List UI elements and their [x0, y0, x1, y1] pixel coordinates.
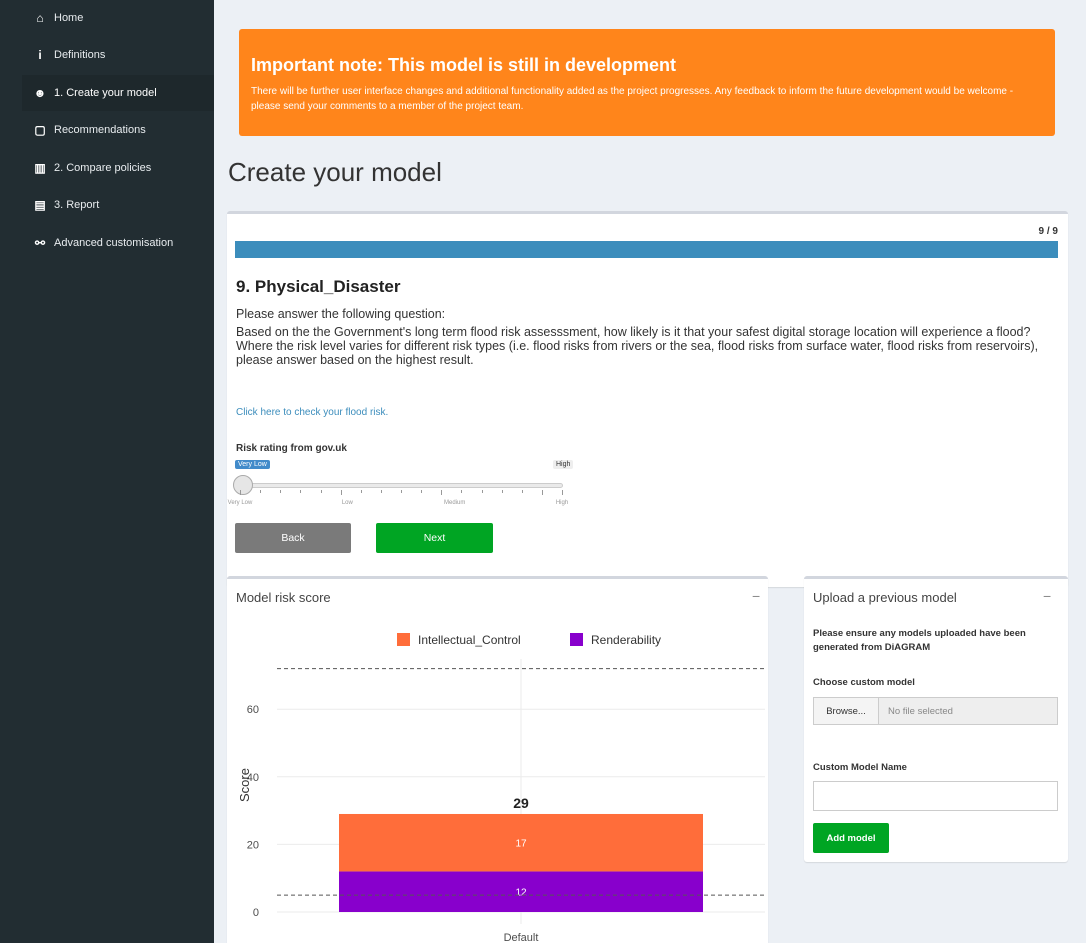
slider-max-badge: High [553, 460, 574, 469]
y-tick-label: 0 [253, 907, 259, 919]
slider-tick [380, 490, 382, 493]
back-button[interactable]: Back [235, 523, 351, 553]
file-name-display: No file selected [879, 697, 1058, 725]
sidebar-item-definitions[interactable]: i Definitions [22, 37, 214, 73]
sidebar-item-home[interactable]: ⌂ Home [22, 0, 214, 36]
choose-model-label: Choose custom model [813, 677, 915, 688]
sidebar-item-compare-policies[interactable]: ▥ 2. Compare policies [22, 150, 214, 186]
alert-title: Important note: This model is still in d… [251, 55, 677, 75]
slider-tick [401, 490, 402, 493]
clipboard-icon: ▢ [34, 123, 46, 137]
development-alert: Important note: This model is still in d… [239, 29, 1055, 136]
slider-tick [481, 490, 483, 493]
book-icon: ▤ [34, 198, 46, 212]
slider-tick [441, 490, 443, 495]
slider-tick [521, 490, 523, 493]
legend-swatch [397, 633, 410, 646]
progress-count: 9 / 9 [1038, 226, 1058, 237]
risk-score-chart: Intellectual_Control Renderability0204060… [237, 633, 765, 943]
slider-tick-label: High [555, 500, 569, 506]
slider-tick-label: Very Low [227, 500, 253, 506]
model-risk-score-box: Model risk score − Intellectual_Control R… [227, 576, 768, 943]
upload-note: Please ensure any models uploaded have b… [813, 628, 1026, 653]
slider-tick [240, 490, 241, 495]
sidebar-item-label: 2. Compare policies [54, 162, 152, 174]
slider-tick [501, 490, 503, 493]
risk-slider-handle[interactable] [233, 475, 253, 495]
network-icon: ⚯ [34, 236, 46, 250]
upload-model-box: Upload a previous model − Please ensure … [804, 576, 1068, 862]
question-prompt: Please answer the following question: [236, 307, 446, 321]
slider-tick [260, 490, 262, 493]
sidebar: ⌂ Home i Definitions ☻ 1. Create your mo… [0, 0, 214, 943]
next-button[interactable]: Next [376, 523, 493, 553]
bar-total-label: 29 [513, 795, 529, 811]
question-text: Based on the the Government's long term … [236, 325, 1039, 367]
slider-tick [320, 490, 322, 493]
x-tick-label: Default [504, 932, 539, 943]
legend-label: Intellectual_Control [418, 633, 521, 647]
bar-value-label: 17 [515, 839, 527, 850]
collapse-icon[interactable]: − [1043, 588, 1051, 604]
sidebar-item-label: 1. Create your model [54, 87, 157, 99]
slider-tick [340, 490, 342, 495]
custom-model-name-input[interactable] [813, 781, 1058, 811]
y-tick-label: 20 [247, 839, 259, 851]
slider-value-badge: Very Low [235, 460, 270, 469]
add-model-button[interactable]: Add model [813, 823, 889, 853]
legend-swatch [570, 633, 583, 646]
info-icon: i [38, 48, 42, 62]
slider-tick [300, 490, 302, 493]
slider-tick [280, 490, 282, 493]
slider-tick-label: Medium [443, 500, 466, 506]
slider-tick [541, 490, 543, 495]
flood-risk-link[interactable]: Click here to check your flood risk. [236, 407, 388, 418]
slider-tick [360, 490, 362, 493]
file-input[interactable]: Browse... No file selected [813, 697, 1058, 725]
question-box: 9 / 9 9. Physical_Disaster Please answer… [227, 211, 1068, 587]
home-icon: ⌂ [36, 11, 44, 25]
browse-button[interactable]: Browse... [813, 697, 879, 725]
progress-bar [235, 241, 1058, 258]
slider-tick [461, 490, 463, 493]
slider-label: Risk rating from gov.uk [236, 443, 347, 454]
custom-model-name-label: Custom Model Name [813, 762, 907, 773]
sidebar-item-create-model[interactable]: ☻ 1. Create your model [22, 75, 214, 111]
y-axis-label: Score [237, 768, 252, 802]
risk-slider-track[interactable] [239, 483, 563, 488]
sidebar-item-report[interactable]: ▤ 3. Report [22, 187, 214, 223]
upload-box-title: Upload a previous model [813, 590, 957, 605]
user-edit-icon: ☻ [33, 86, 47, 100]
slider-tick-label: Low [341, 500, 353, 506]
alert-body: There will be further user interface cha… [251, 86, 1014, 112]
sidebar-item-label: Advanced customisation [54, 237, 174, 249]
y-tick-label: 60 [247, 704, 259, 716]
sidebar-item-recommendations[interactable]: ▢ Recommendations [22, 112, 214, 148]
slider-tick [421, 490, 423, 493]
slider-tick [562, 490, 563, 495]
sidebar-item-label: Home [54, 12, 84, 24]
bar-value-label: 12 [515, 888, 527, 899]
sidebar-item-label: Definitions [54, 49, 106, 61]
progress-bar-fill [235, 241, 1058, 258]
sidebar-item-label: Recommendations [54, 124, 146, 136]
page-title: Create your model [228, 157, 442, 187]
main-content: Important note: This model is still in d… [214, 0, 1086, 943]
bar-chart-icon: ▥ [34, 161, 46, 175]
question-title: 9. Physical_Disaster [236, 277, 401, 296]
legend-label: Renderability [591, 633, 661, 647]
sidebar-item-advanced-customisation[interactable]: ⚯ Advanced customisation [22, 225, 214, 261]
sidebar-item-label: 3. Report [54, 199, 100, 211]
